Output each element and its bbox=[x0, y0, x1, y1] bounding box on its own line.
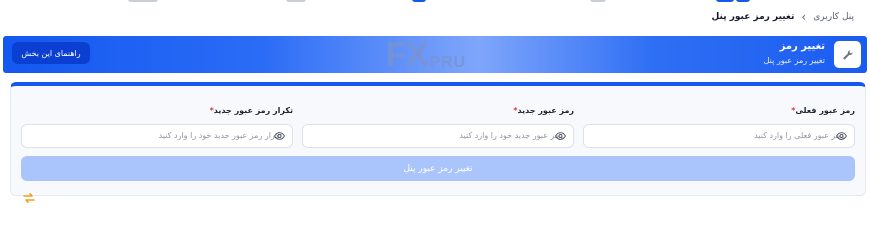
wrench-icon bbox=[842, 49, 853, 59]
top-nav-strip bbox=[0, 0, 870, 6]
fxpru-watermark: FX PRU bbox=[386, 36, 466, 73]
new-password-label: رمز عبور جدید* bbox=[302, 106, 574, 118]
eye-icon[interactable] bbox=[836, 132, 847, 140]
confirm-password-placeholder: تکرار رمز عبور جدید خود را وارد کنید bbox=[158, 131, 282, 140]
new-password-placeholder: رمز عبور جدید خود را وارد کنید bbox=[459, 131, 563, 140]
new-password-input[interactable]: رمز عبور جدید خود را وارد کنید bbox=[302, 124, 574, 148]
confirm-password-label-text: تکرار رمز عبور جدید bbox=[213, 106, 293, 115]
header-icon-box bbox=[834, 41, 861, 68]
current-password-label: رمز عبور فعلی* bbox=[583, 106, 855, 118]
exchange-arrows-icon[interactable] bbox=[22, 192, 36, 203]
confirm-password-input[interactable]: تکرار رمز عبور جدید خود را وارد کنید bbox=[21, 124, 293, 148]
current-password-field: رمز عبور فعلی* رمز عبور فعلی را وارد کنی… bbox=[583, 106, 855, 148]
breadcrumb-current: تغییر رمز عبور پنل bbox=[711, 12, 795, 22]
watermark-pru: PRU bbox=[429, 54, 467, 71]
page-title: تغییر رمز bbox=[779, 41, 825, 52]
eye-icon[interactable] bbox=[555, 132, 566, 140]
current-password-label-text: رمز عبور فعلی bbox=[795, 106, 855, 115]
watermark-fx: FX bbox=[386, 36, 428, 73]
confirm-password-label: تکرار رمز عبور جدید* bbox=[21, 106, 293, 118]
page-subtitle: تغییر رمز عبور پنل bbox=[763, 56, 825, 65]
eye-icon[interactable] bbox=[274, 132, 285, 140]
breadcrumb-parent-link[interactable]: پنل کاربری bbox=[813, 12, 854, 22]
breadcrumb-separator: › bbox=[801, 10, 807, 24]
change-password-submit-button[interactable]: تغییر رمز عبور پنل bbox=[21, 156, 855, 181]
new-password-field: رمز عبور جدید* رمز عبور جدید خود را وارد… bbox=[302, 106, 574, 148]
confirm-password-field: تکرار رمز عبور جدید* تکرار رمز عبور جدید… bbox=[21, 106, 293, 148]
current-password-input[interactable]: رمز عبور فعلی را وارد کنید bbox=[583, 124, 855, 148]
section-guide-button[interactable]: راهنمای این بخش bbox=[12, 42, 90, 64]
new-password-label-text: رمز عبور جدید bbox=[517, 106, 574, 115]
breadcrumb: پنل کاربری › تغییر رمز عبور پنل bbox=[711, 10, 855, 24]
page-header-banner: FX PRU تغییر رمز تغییر رمز عبور پنل راهن… bbox=[3, 36, 867, 73]
change-password-form: رمز عبور فعلی* رمز عبور فعلی را وارد کنی… bbox=[10, 82, 866, 196]
current-password-placeholder: رمز عبور فعلی را وارد کنید bbox=[754, 131, 844, 140]
